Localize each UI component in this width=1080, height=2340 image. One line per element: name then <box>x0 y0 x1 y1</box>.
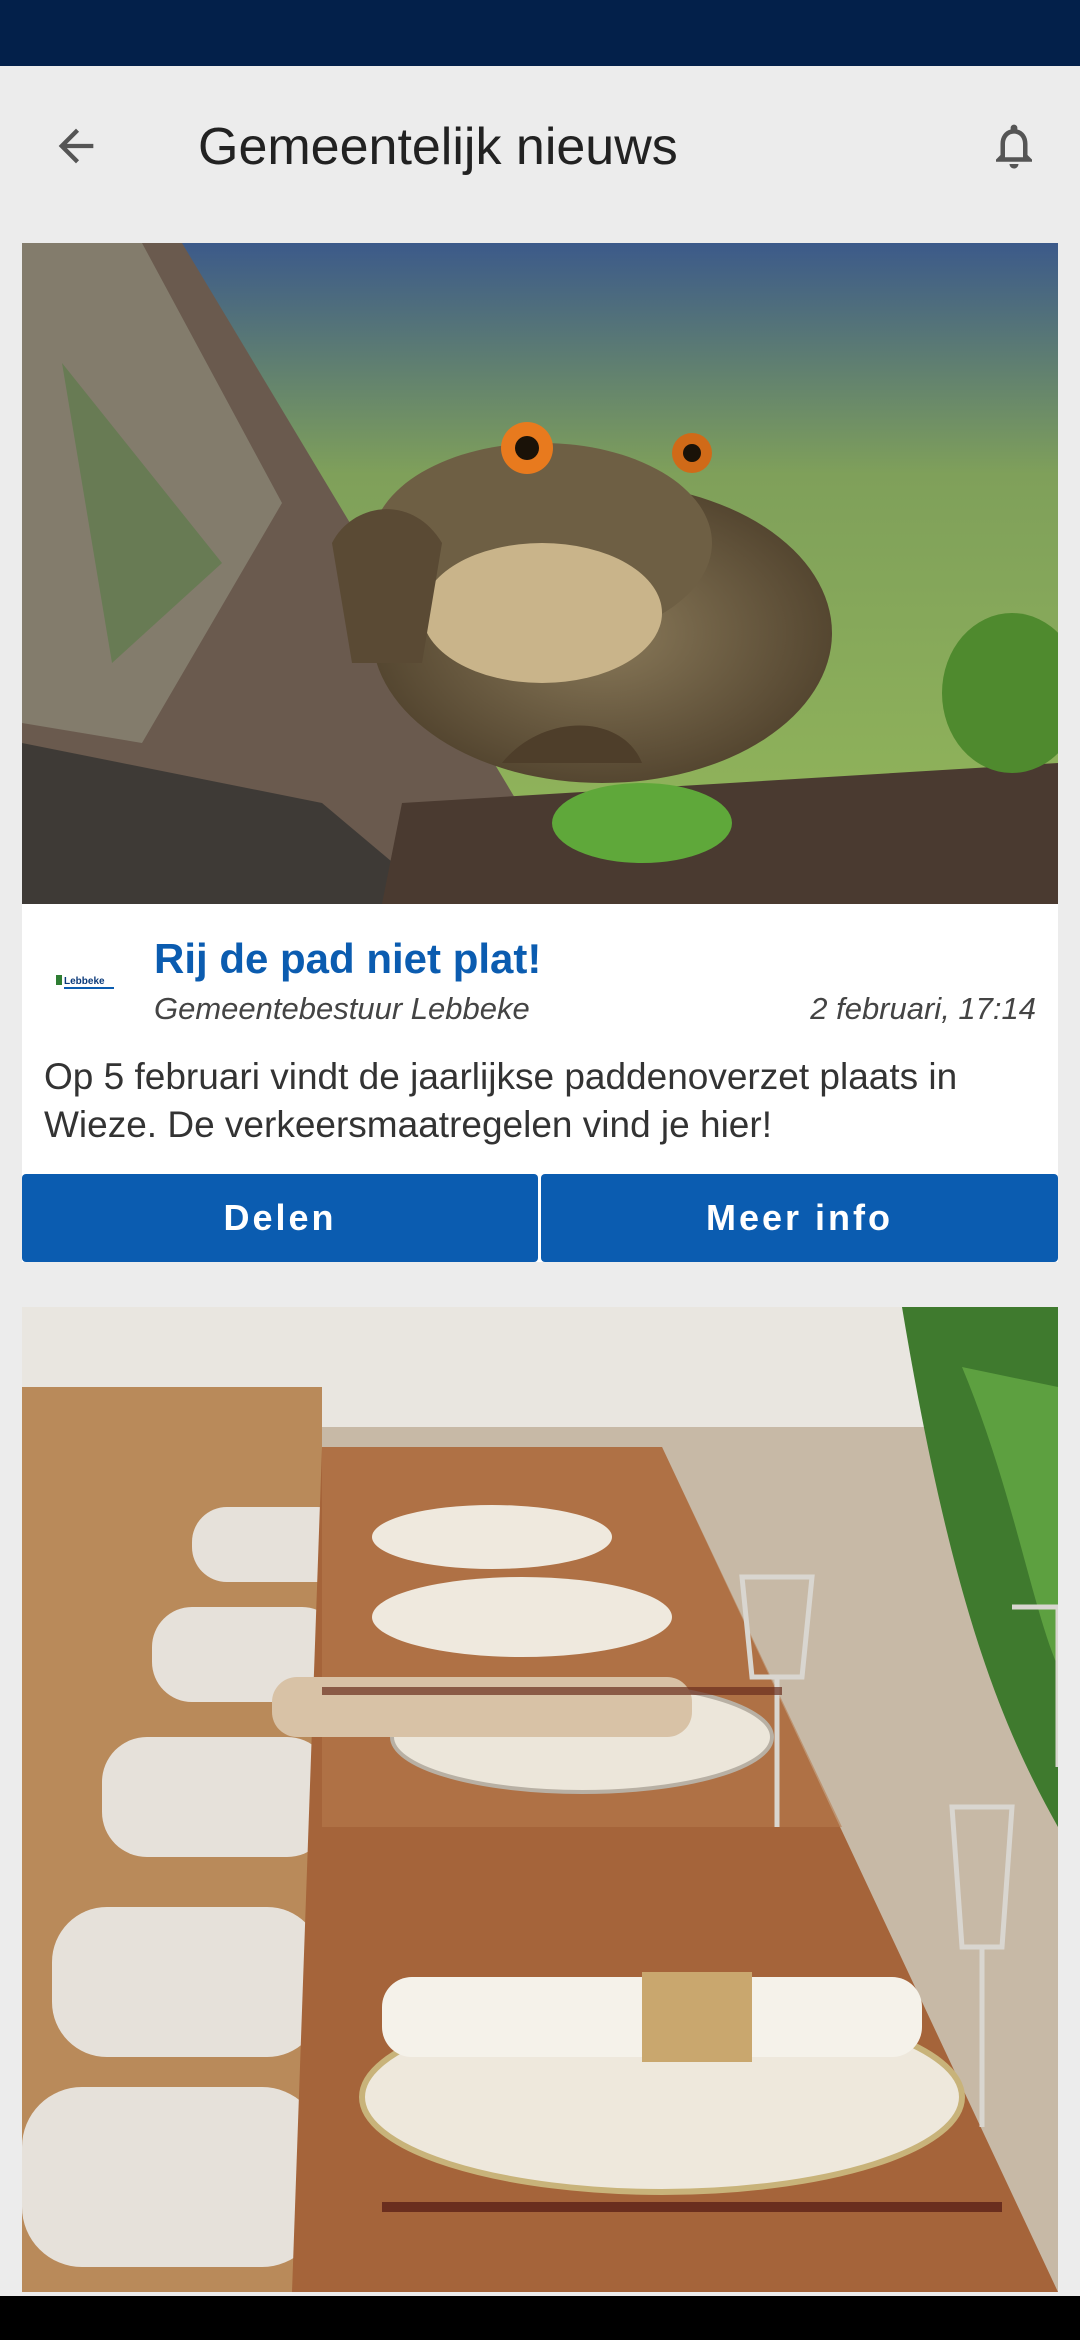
back-button[interactable] <box>40 110 112 182</box>
app-bar: Gemeentelijk nieuws <box>0 66 1080 226</box>
notifications-button[interactable] <box>976 108 1052 184</box>
share-button[interactable]: Delen <box>22 1174 538 1262</box>
news-card[interactable]: Lebbeke Rij de pad niet plat! Gemeentebe… <box>22 243 1058 1262</box>
news-source: Gemeentebestuur Lebbeke <box>154 991 530 1026</box>
news-card[interactable] <box>22 1307 1058 2292</box>
system-nav-bar <box>0 2296 1080 2340</box>
news-image-toad[interactable] <box>22 243 1058 904</box>
news-date: 2 februari, 17:14 <box>810 991 1036 1026</box>
page-title: Gemeentelijk nieuws <box>198 118 678 176</box>
news-body: Op 5 februari vindt de jaarlijkse padden… <box>44 1056 958 1145</box>
more-info-button[interactable]: Meer info <box>541 1174 1058 1262</box>
source-logo: Lebbeke <box>50 959 122 1003</box>
arrow-left-icon <box>58 128 94 164</box>
news-title[interactable]: Rij de pad niet plat! <box>154 933 541 985</box>
status-bar <box>0 0 1080 66</box>
svg-text:Lebbeke: Lebbeke <box>64 976 105 987</box>
bell-icon <box>996 124 1032 169</box>
news-image-dinner-table[interactable] <box>22 1307 1058 2292</box>
